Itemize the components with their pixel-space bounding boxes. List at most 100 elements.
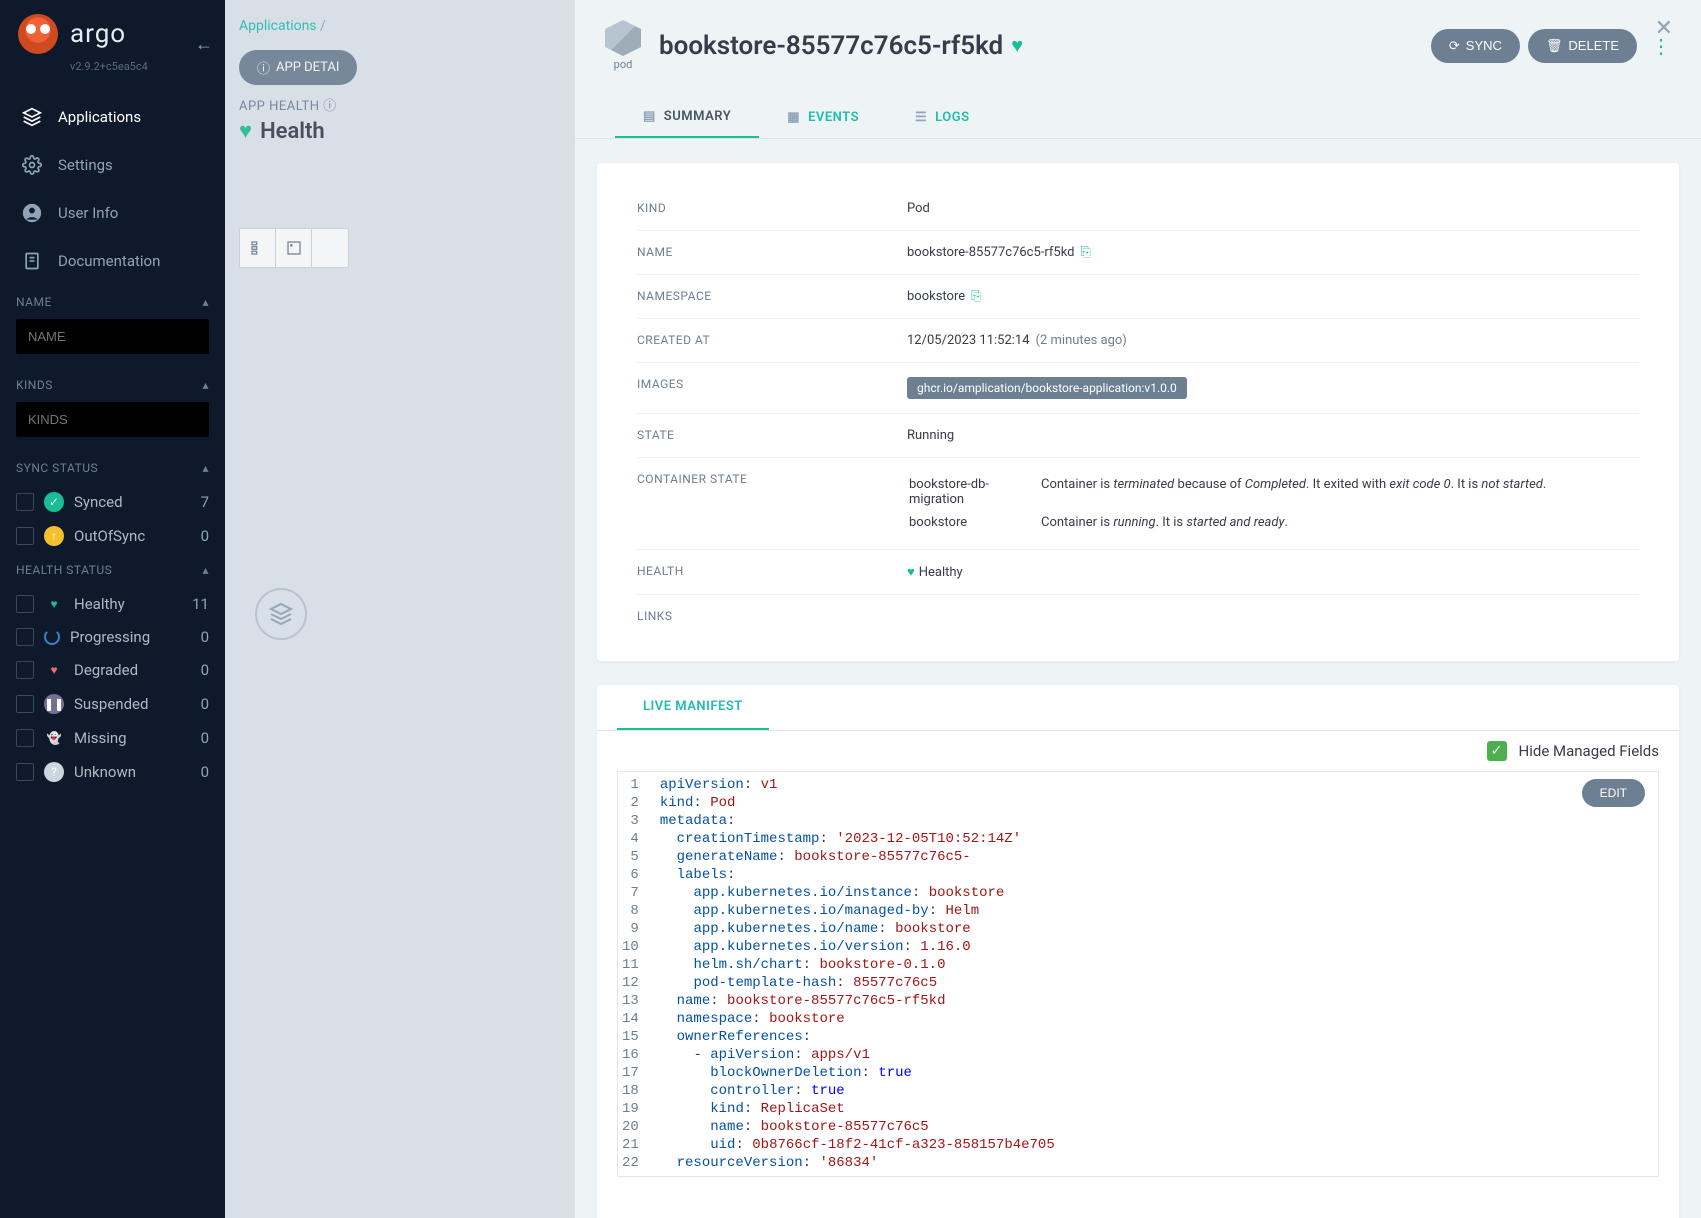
filter-sync-header[interactable]: SYNC STATUS▴	[16, 461, 209, 475]
calendar-icon: ▦	[787, 110, 800, 125]
argo-logo	[18, 14, 58, 54]
nav-settings[interactable]: Settings	[0, 141, 225, 189]
container-row: bookstore-db-migration Container is term…	[909, 474, 1637, 510]
filter-name-input[interactable]	[16, 319, 209, 354]
checkbox[interactable]	[16, 493, 34, 511]
ghost-icon: 👻	[44, 728, 64, 748]
tab-logs[interactable]: ☰LOGS	[887, 97, 998, 138]
line-gutter: 12345678910111213141516171819202122	[618, 772, 650, 1176]
code-editor[interactable]: 12345678910111213141516171819202122 apiV…	[617, 771, 1659, 1177]
filter-row-synced[interactable]: ✓Synced7	[16, 485, 209, 519]
outofsync-icon: ↑	[44, 526, 64, 546]
manifest-panel: LIVE MANIFEST ✓ Hide Managed Fields EDIT…	[597, 685, 1679, 1218]
nav-back-icon[interactable]: ←	[195, 34, 213, 55]
filter-row-suspended[interactable]: ❚❚Suspended0	[16, 687, 209, 721]
image-tag: ghcr.io/amplication/bookstore-applicatio…	[907, 377, 1187, 399]
modal-actions: ⟳SYNC 🗑DELETE ⋮	[1431, 29, 1671, 63]
modal-title: bookstore-85577c76c5-rf5kd ♥	[659, 31, 1023, 61]
hide-managed-label: Hide Managed Fields	[1519, 742, 1659, 760]
row-links: LINKS	[637, 595, 1639, 637]
nav-applications[interactable]: Applications	[0, 93, 225, 141]
heart-icon: ♥	[907, 565, 915, 580]
pod-kind-label: pod	[605, 58, 641, 71]
manifest-tabs: LIVE MANIFEST	[597, 685, 1679, 731]
checkbox[interactable]	[16, 695, 34, 713]
copy-icon[interactable]: ⎘	[1081, 245, 1091, 260]
tab-events[interactable]: ▦EVENTS	[759, 97, 887, 138]
nav-label: User Info	[58, 204, 118, 222]
manifest-toolbar: ✓ Hide Managed Fields	[597, 731, 1679, 771]
filter-sync-section: SYNC STATUS▴ ✓Synced7 ↑OutOfSync0	[0, 461, 225, 553]
layers-icon	[22, 107, 44, 127]
heart-icon: ♥	[44, 594, 64, 614]
nav-label: Applications	[58, 108, 141, 126]
summary-panel: KINDPod NAMEbookstore-85577c76c5-rf5kd⎘ …	[597, 163, 1679, 661]
pod-icon-wrap: pod	[605, 20, 641, 71]
nav-items: Applications Settings User Info Document…	[0, 93, 225, 285]
brand-name: argo	[70, 19, 126, 49]
pause-icon: ❚❚	[44, 694, 64, 714]
code-lines[interactable]: apiVersion: v1kind: Podmetadata: creatio…	[650, 772, 1658, 1176]
row-name: NAMEbookstore-85577c76c5-rf5kd⎘	[637, 231, 1639, 275]
chevron-up-icon: ▴	[202, 461, 209, 475]
book-icon	[22, 251, 44, 271]
gear-icon	[22, 155, 44, 175]
filter-name-header[interactable]: NAME▴	[16, 295, 209, 309]
nav-label: Settings	[58, 156, 113, 174]
version-label: v2.9.2+c5ea5c4	[70, 60, 225, 73]
checkbox[interactable]	[16, 763, 34, 781]
synced-icon: ✓	[44, 492, 64, 512]
sync-button[interactable]: ⟳SYNC	[1431, 29, 1520, 63]
resource-modal: ✕ pod bookstore-85577c76c5-rf5kd ♥ ⟳SYNC…	[575, 0, 1701, 1218]
chevron-up-icon: ▴	[202, 563, 209, 577]
filter-kinds-header[interactable]: KINDS▴	[16, 378, 209, 392]
chevron-up-icon: ▴	[202, 295, 209, 309]
close-icon[interactable]: ✕	[1655, 16, 1673, 41]
container-state-table: bookstore-db-migration Container is term…	[907, 472, 1639, 535]
tab-live-manifest[interactable]: LIVE MANIFEST	[617, 685, 769, 730]
filter-kinds-input[interactable]	[16, 402, 209, 437]
row-images: IMAGESghcr.io/amplication/bookstore-appl…	[637, 363, 1639, 414]
sidebar-header: argo ←	[0, 0, 225, 64]
user-icon	[22, 203, 44, 223]
checkbox[interactable]	[16, 527, 34, 545]
tab-summary[interactable]: ▤SUMMARY	[615, 97, 759, 138]
container-row: bookstore Container is running. It is st…	[909, 512, 1637, 533]
filter-row-outofsync[interactable]: ↑OutOfSync0	[16, 519, 209, 553]
row-created: CREATED AT12/05/2023 11:52:14(2 minutes …	[637, 319, 1639, 363]
hide-managed-checkbox[interactable]: ✓	[1487, 741, 1507, 761]
row-namespace: NAMESPACEbookstore⎘	[637, 275, 1639, 319]
filter-row-missing[interactable]: 👻Missing0	[16, 721, 209, 755]
sync-icon: ⟳	[1449, 38, 1460, 54]
code-container: EDIT 12345678910111213141516171819202122…	[617, 771, 1659, 1177]
question-icon: ?	[44, 762, 64, 782]
filter-health-section: HEALTH STATUS▴ ♥Healthy11 Progressing0 ♥…	[0, 563, 225, 789]
nav-documentation[interactable]: Documentation	[0, 237, 225, 285]
row-health: HEALTH♥Healthy	[637, 550, 1639, 595]
filter-row-degraded[interactable]: ♥Degraded0	[16, 653, 209, 687]
checkbox[interactable]	[16, 661, 34, 679]
filter-row-healthy[interactable]: ♥Healthy11	[16, 587, 209, 621]
filter-row-progressing[interactable]: Progressing0	[16, 621, 209, 653]
edit-button[interactable]: EDIT	[1582, 779, 1645, 807]
sidebar: argo ← v2.9.2+c5ea5c4 Applications Setti…	[0, 0, 225, 1218]
chevron-up-icon: ▴	[202, 378, 209, 392]
row-container-state: CONTAINER STATE bookstore-db-migration C…	[637, 458, 1639, 550]
copy-icon[interactable]: ⎘	[971, 289, 981, 304]
checkbox[interactable]	[16, 595, 34, 613]
filter-name-section: NAME▴	[0, 295, 225, 368]
filter-kinds-section: KINDS▴	[0, 378, 225, 451]
trash-icon: 🗑	[1546, 38, 1563, 54]
checkbox[interactable]	[16, 628, 34, 646]
filter-row-unknown[interactable]: ?Unknown0	[16, 755, 209, 789]
delete-button[interactable]: 🗑DELETE	[1528, 29, 1637, 63]
filter-health-header[interactable]: HEALTH STATUS▴	[16, 563, 209, 577]
modal-header: pod bookstore-85577c76c5-rf5kd ♥ ⟳SYNC 🗑…	[575, 0, 1701, 87]
checkbox[interactable]	[16, 729, 34, 747]
file-icon: ▤	[643, 109, 656, 124]
modal-tabs: ▤SUMMARY ▦EVENTS ☰LOGS	[575, 97, 1701, 139]
pod-cube-icon	[605, 20, 641, 56]
heart-icon: ♥	[1011, 33, 1023, 58]
modal-overlay: ✕ pod bookstore-85577c76c5-rf5kd ♥ ⟳SYNC…	[225, 0, 1701, 1218]
nav-userinfo[interactable]: User Info	[0, 189, 225, 237]
